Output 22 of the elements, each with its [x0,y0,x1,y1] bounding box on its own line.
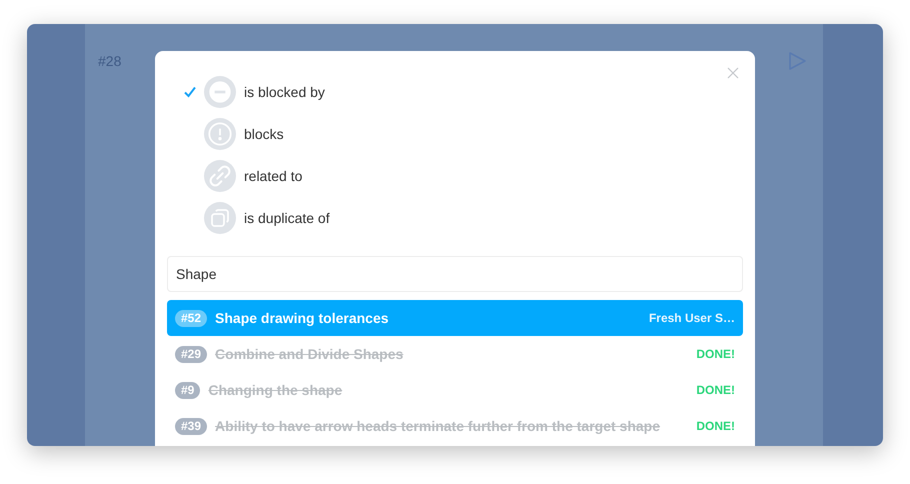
issue-status: DONE! [696,346,735,363]
link-icon [204,160,236,192]
relation-option[interactable]: blocks [184,118,743,150]
copy-icon [204,202,236,234]
issue-status: Fresh User S… [648,310,735,327]
issue-number-badge: #39 [175,418,208,434]
issue-status: DONE! [696,382,735,399]
close-button[interactable] [727,67,739,79]
search-field[interactable]: Shape [167,256,743,292]
minus-circle-icon [204,76,236,108]
issue-number-badge: #52 [175,310,208,326]
issue-title: Shape drawing tolerances [215,308,389,328]
issue-number-badge: #9 [175,382,200,398]
issue-number-badge: #29 [175,346,208,362]
issue-status: DONE! [696,418,735,435]
issue-title: Ability to have arrow heads terminate further from the target shape [215,416,660,436]
relation-option[interactable]: related to [184,160,743,192]
relation-option[interactable]: is duplicate of [184,202,743,234]
issue-title: Combine and Divide Shapes [215,344,404,364]
issue-title: Changing the shape [208,380,342,400]
relation-option[interactable]: is blocked by [184,76,743,108]
exclamation-circle-icon [204,118,236,150]
